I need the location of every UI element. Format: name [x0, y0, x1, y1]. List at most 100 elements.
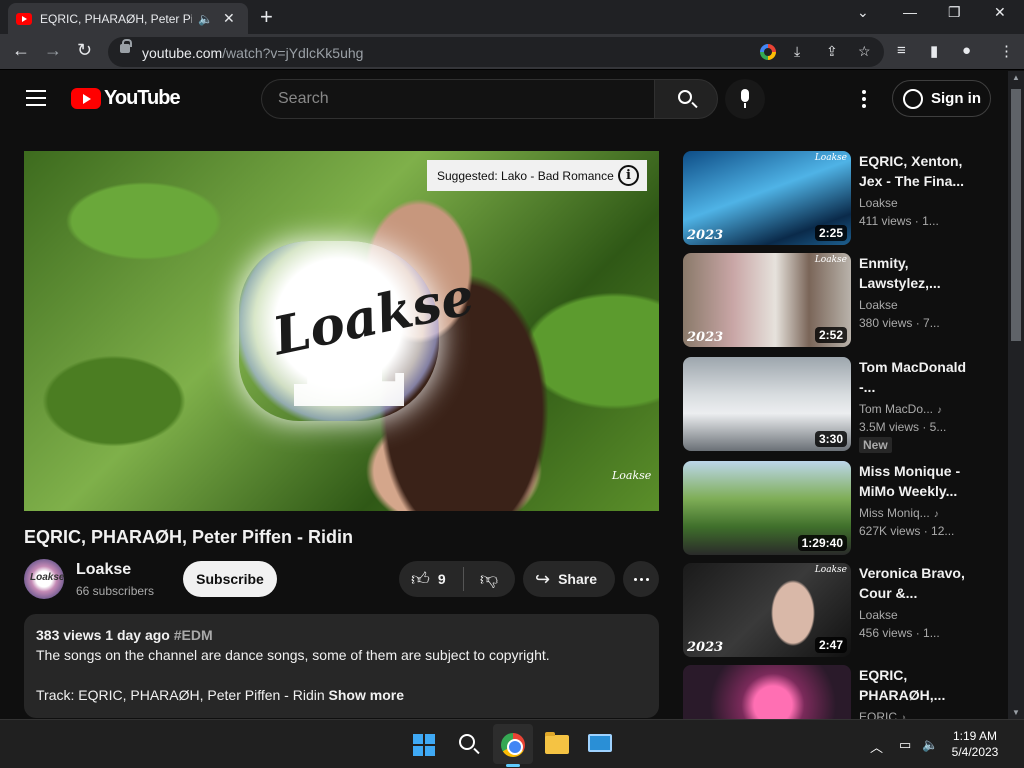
page-scrollbar[interactable]: ▲ ▼	[1008, 71, 1024, 719]
recommended-video[interactable]: 3:30 Tom MacDonald -... Tom MacDo... ♪ 3.…	[683, 357, 983, 455]
settings-more-icon[interactable]	[862, 90, 866, 111]
recommended-title[interactable]: EQRIC, Xenton, Jex - The Fina...	[859, 151, 969, 191]
volume-icon[interactable]: 🔈	[922, 737, 938, 753]
chrome-menu-icon[interactable]: ⋮	[999, 42, 1014, 60]
account-icon	[903, 88, 923, 109]
search-button[interactable]	[654, 79, 718, 119]
running-indicator	[506, 764, 520, 767]
video-thumbnail[interactable]: 1:29:40	[683, 461, 851, 555]
recommended-channel[interactable]: Loakse	[859, 608, 898, 622]
show-more-button[interactable]: Show more	[329, 687, 404, 703]
video-duration: 1:29:40	[797, 535, 847, 551]
close-window-button[interactable]: ✕	[994, 4, 1006, 21]
recommended-views: 411 views · 1...	[859, 214, 939, 228]
side-panel-icon[interactable]: ▮	[930, 42, 938, 60]
profile-icon[interactable]: ●	[962, 42, 971, 59]
recommended-video[interactable]: EQRIC, PHARAØH,... EQRIC ♪	[683, 665, 983, 719]
recommended-title[interactable]: Veronica Bravo, Cour &...	[859, 563, 969, 603]
install-app-icon[interactable]: ⤓	[794, 43, 800, 60]
scroll-down-icon[interactable]: ▼	[1012, 708, 1020, 717]
thumbnail-brand: Loakse	[814, 565, 847, 575]
subscribe-button[interactable]: Subscribe	[183, 561, 277, 597]
thumbnail-brand: Loakse	[814, 153, 847, 163]
remote-desktop-icon[interactable]	[588, 734, 612, 752]
share-page-icon[interactable]: ⇪	[826, 43, 838, 60]
tab-title: EQRIC, PHARAØH, Peter Piffen - Ridin	[40, 11, 192, 26]
scroll-up-icon[interactable]: ▲	[1012, 73, 1020, 82]
windows-start-icon[interactable]	[413, 734, 435, 756]
like-button[interactable]: 👍︎ 9	[399, 561, 463, 597]
search-input[interactable]	[278, 90, 638, 108]
channel-avatar[interactable]: Loakse	[24, 559, 64, 599]
reload-icon[interactable]: ↻	[77, 40, 92, 61]
browser-tab[interactable]: EQRIC, PHARAØH, Peter Piffen - Ridin 🔈 ✕	[8, 3, 248, 34]
more-actions-button[interactable]	[623, 561, 659, 597]
minimize-button[interactable]: —	[903, 4, 917, 20]
scrollbar-thumb[interactable]	[1011, 89, 1021, 341]
media-control-icon[interactable]: ≡	[897, 42, 906, 59]
system-clock[interactable]: 1:19 AM 5/4/2023	[940, 728, 1010, 760]
hashtag-link[interactable]: #EDM	[174, 627, 213, 643]
music-note-icon: ♪	[933, 509, 939, 520]
thumbnail-year: 2023	[687, 228, 724, 243]
tray-chevron-icon[interactable]: ︿	[870, 737, 883, 756]
youtube-favicon-icon	[16, 12, 32, 25]
description-box[interactable]: 383 views 1 day ago #EDM The songs on th…	[24, 614, 659, 718]
video-thumbnail[interactable]: 3:30	[683, 357, 851, 451]
video-thumbnail[interactable]	[683, 665, 851, 719]
chrome-taskbar-icon[interactable]	[501, 733, 525, 757]
recommended-video[interactable]: Loakse 2023 2:52 Enmity, Lawstylez,... L…	[683, 253, 983, 351]
bookmark-star-icon[interactable]: ☆	[858, 43, 871, 60]
lock-icon[interactable]	[120, 39, 132, 53]
video-thumbnail[interactable]: Loakse 2023 2:47	[683, 563, 851, 657]
search-box[interactable]	[261, 79, 655, 119]
restore-button[interactable]: ❐	[948, 4, 961, 21]
recommended-channel[interactable]: EQRIC ♪	[859, 710, 906, 719]
browser-toolbar: ← → ↻ youtube.com/watch?v=jYdlcKk5uhg ⤓ …	[0, 34, 1024, 70]
tab-search-chevron-icon[interactable]: ⌄	[857, 4, 869, 21]
google-lens-icon[interactable]	[760, 44, 776, 60]
recommended-channel[interactable]: Tom MacDo... ♪	[859, 402, 942, 416]
video-thumbnail[interactable]: Loakse 2023 2:25	[683, 151, 851, 245]
youtube-logo-text[interactable]: YouTube	[104, 87, 181, 110]
hamburger-menu-icon[interactable]	[26, 90, 46, 106]
recommended-video[interactable]: Loakse 2023 2:47 Veronica Bravo, Cour &.…	[683, 563, 983, 661]
forward-arrow-icon[interactable]: →	[44, 40, 62, 61]
video-duration: 3:30	[814, 431, 847, 447]
channel-avatar-text: Loakse	[30, 572, 65, 583]
taskbar-search-icon[interactable]	[459, 734, 475, 750]
info-icon[interactable]: i	[618, 165, 639, 186]
video-watermark: Loakse	[612, 469, 652, 482]
music-note-icon: ♪	[937, 405, 943, 416]
browser-tab-strip: EQRIC, PHARAØH, Peter Piffen - Ridin 🔈 ✕…	[0, 0, 1024, 34]
sign-in-button[interactable]: Sign in	[892, 80, 991, 117]
recommended-channel[interactable]: Loakse	[859, 196, 898, 210]
recommended-channel[interactable]: Loakse	[859, 298, 898, 312]
network-icon[interactable]: ▭	[899, 737, 911, 753]
suggested-video-card[interactable]: Suggested: Lako - Bad Romance i	[427, 160, 647, 191]
dislike-button[interactable]: 👎︎	[464, 561, 514, 597]
recommended-title[interactable]: Enmity, Lawstylez,...	[859, 253, 969, 293]
share-button[interactable]: ↪ Share	[523, 561, 615, 597]
recommended-title[interactable]: EQRIC, PHARAØH,...	[859, 665, 969, 705]
recommended-video[interactable]: 1:29:40 Miss Monique - MiMo Weekly... Mi…	[683, 461, 983, 559]
video-player[interactable]: Loakse Loakse	[24, 151, 659, 511]
channel-name[interactable]: Loakse	[76, 561, 131, 579]
recommended-title[interactable]: Miss Monique - MiMo Weekly...	[859, 461, 969, 501]
thumbnail-year: 2023	[687, 330, 724, 345]
youtube-logo-icon[interactable]	[71, 88, 101, 109]
tab-close-icon[interactable]: ✕	[223, 10, 235, 27]
description-text: The songs on the channel are dance songs…	[36, 647, 550, 663]
recommended-video[interactable]: Loakse 2023 2:25 EQRIC, Xenton, Jex - Th…	[683, 151, 983, 249]
recommended-channel[interactable]: Miss Moniq... ♪	[859, 506, 939, 520]
speaker-icon[interactable]: 🔈	[198, 12, 213, 26]
file-explorer-icon[interactable]	[545, 732, 569, 754]
back-arrow-icon[interactable]: ←	[12, 40, 30, 61]
new-tab-button[interactable]: +	[260, 4, 273, 30]
recommended-title[interactable]: Tom MacDonald -...	[859, 357, 969, 397]
clock-time: 1:19 AM	[952, 729, 998, 743]
voice-search-button[interactable]	[725, 79, 765, 119]
url-text[interactable]: youtube.com/watch?v=jYdlcKk5uhg	[142, 45, 363, 61]
video-thumbnail[interactable]: Loakse 2023 2:52	[683, 253, 851, 347]
address-bar[interactable]: youtube.com/watch?v=jYdlcKk5uhg ⤓ ⇪ ☆	[108, 37, 884, 67]
